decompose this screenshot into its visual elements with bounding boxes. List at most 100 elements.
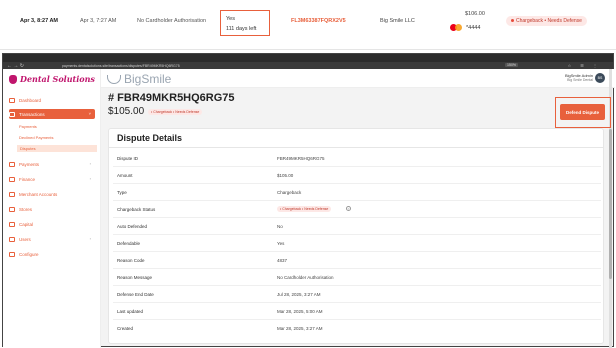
brand-logo[interactable]: Dental Solutions <box>9 74 95 84</box>
detail-row: Defense End Date Jul 28, 2025, 3:27 AM <box>109 287 603 303</box>
zoom-level[interactable]: 150% <box>505 63 518 67</box>
divider <box>113 217 601 218</box>
detail-label: Defendable <box>117 241 141 246</box>
detail-value: No <box>277 224 283 229</box>
app-header: BigSmile BigSmile Admin Big Smile Dental… <box>101 69 615 88</box>
divider <box>113 285 601 286</box>
sidebar-item-payments[interactable]: Payments › <box>9 159 95 169</box>
divider <box>113 251 601 252</box>
chevron-right-icon: › <box>89 161 91 166</box>
detail-label: Type <box>117 190 127 195</box>
card-info: *4444 <box>450 24 480 31</box>
detail-row: Amount $105.00 <box>109 168 603 184</box>
divider <box>113 166 601 167</box>
dispute-list-row[interactable]: Apr 3, 8:27 AM Apr 3, 7:27 AM No Cardhol… <box>0 0 616 50</box>
divider <box>113 319 601 320</box>
smile-icon <box>107 74 121 84</box>
users-icon <box>9 236 15 242</box>
sidebar-item-capital[interactable]: Capital <box>9 219 95 229</box>
divider <box>113 268 601 269</box>
sidebar-subitem-declined-payments[interactable]: Declined Payments <box>19 135 53 140</box>
address-bar[interactable]: ← → ↻ payments.dentalsolutions.site/tran… <box>3 62 613 69</box>
bigsmile-logo[interactable]: BigSmile <box>107 72 171 86</box>
divider <box>113 302 601 303</box>
detail-label: Last updated <box>117 309 144 314</box>
page-title: # FBR49MKR5HQ6RG75 <box>108 92 235 104</box>
detail-row: Created Mar 28, 2025, 3:27 AM <box>109 321 603 337</box>
bigsmile-brand: BigSmile <box>124 72 172 86</box>
days-left-text: 111 days left <box>226 26 257 32</box>
detail-value: Yes <box>277 241 285 246</box>
merchant-accounts-icon <box>9 191 15 197</box>
status-badge: • Chargeback • Needs Defense <box>148 109 203 115</box>
sidebar-item-configure[interactable]: Configure <box>9 249 95 259</box>
detail-row: Type Chargeback <box>109 185 603 201</box>
defendable-cell: Yes 111 days left <box>220 10 270 36</box>
info-icon[interactable]: ? <box>346 206 351 211</box>
merchant-name: Big Smile LLC <box>380 18 415 24</box>
sidebar: Dental Solutions Dashboard Transactions … <box>3 69 101 348</box>
sidebar-item-dashboard[interactable]: Dashboard <box>9 95 95 105</box>
card-last4: *4444 <box>466 24 481 31</box>
transactions-icon <box>9 111 15 117</box>
browser-toolbar-icons[interactable]: ☆ ☰ ⋮ <box>568 63 601 68</box>
capital-icon <box>9 221 15 227</box>
date-initiated: Apr 3, 7:27 AM <box>80 18 117 24</box>
sidebar-subitem-disputes[interactable]: Disputes <box>17 145 97 152</box>
tooth-icon <box>9 74 17 84</box>
url-text[interactable]: payments.dentalsolutions.site/transactio… <box>62 64 180 68</box>
date-opened: Apr 3, 8:27 AM <box>20 18 59 24</box>
dispute-id-link[interactable]: FL3M63387FQRX2V5 <box>291 18 346 24</box>
detail-label: Created <box>117 326 134 331</box>
detail-label: Chargeback Status <box>117 207 156 212</box>
card-title: Dispute Details <box>117 133 183 143</box>
detail-row: Dispute ID FBR49MKR5HQ6RG75 <box>109 151 603 167</box>
gear-icon <box>9 251 15 257</box>
divider <box>113 183 601 184</box>
detail-label: Reason Message <box>117 275 153 280</box>
sidebar-item-stores[interactable]: Stores <box>9 204 95 214</box>
sidebar-item-finance[interactable]: Finance › <box>9 174 95 184</box>
detail-row: Defendable Yes <box>109 236 603 252</box>
detail-row: Last updated Mar 28, 2025, 5:00 AM <box>109 304 603 320</box>
dashboard-icon <box>9 97 15 103</box>
amount-text: $106.00 <box>465 11 485 17</box>
payments-icon <box>9 161 15 167</box>
scrollbar-thumb[interactable] <box>609 129 612 279</box>
detail-label: Reason Code <box>117 258 145 263</box>
mastercard-icon <box>450 24 462 31</box>
chevron-right-icon: › <box>89 176 91 181</box>
detail-label: Dispute ID <box>117 156 139 161</box>
detail-value: Chargeback <box>277 190 302 195</box>
detail-value: Jul 28, 2025, 3:27 AM <box>277 292 321 297</box>
defendable-value: Yes <box>226 16 235 22</box>
browser-nav-icons[interactable]: ← → ↻ <box>7 63 24 69</box>
divider <box>113 200 601 201</box>
status-badge: Chargeback • Needs Defense <box>506 16 587 26</box>
sidebar-subitem-payments[interactable]: Payments <box>19 124 37 129</box>
defend-dispute-button[interactable]: Defend Dispute <box>560 104 605 120</box>
detail-row: Reason Message No Cardholder Authorisati… <box>109 270 603 286</box>
detail-row: Auto Defended No <box>109 219 603 235</box>
chevron-down-icon: ˅ <box>88 111 91 116</box>
divider <box>109 147 603 148</box>
user-role: Big Smile Dental <box>567 78 593 82</box>
chevron-right-icon: › <box>89 236 91 241</box>
divider <box>113 234 601 235</box>
browser-tab-bar <box>3 54 613 62</box>
detail-row: Reason Code 4837 <box>109 253 603 269</box>
brand-name: Dental Solutions <box>20 74 95 84</box>
user-info[interactable]: BigSmile Admin Big Smile Dental <box>565 73 593 82</box>
sidebar-item-users[interactable]: Users › <box>9 234 95 244</box>
dispute-details-card: Dispute Details Dispute ID FBR49MKR5HQ6R… <box>108 128 604 344</box>
detail-value: $105.00 <box>277 173 294 178</box>
detail-value: FBR49MKR5HQ6RG75 <box>277 156 325 161</box>
status-badge: • Chargeback • Needs Defense <box>277 206 332 212</box>
defend-highlight: Defend Dispute <box>555 97 611 128</box>
finance-icon <box>9 176 15 182</box>
avatar[interactable]: BS <box>595 73 605 83</box>
page-amount: $105.00 <box>108 106 145 117</box>
detail-value: No Cardholder Authorisation <box>277 275 334 280</box>
sidebar-item-merchant-accounts[interactable]: Merchant Accounts <box>9 189 95 199</box>
sidebar-item-transactions[interactable]: Transactions ˅ <box>9 109 95 119</box>
